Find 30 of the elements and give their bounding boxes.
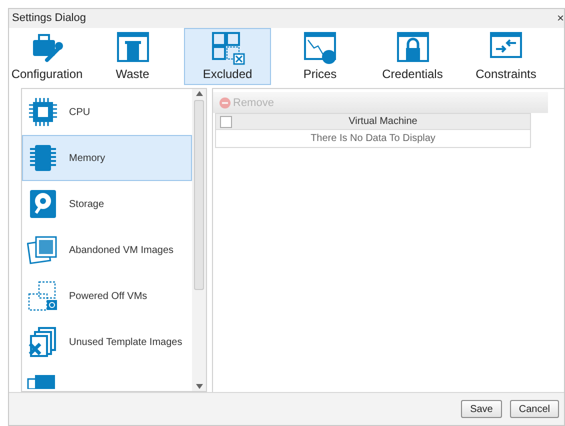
settings-tab[interactable]: Waste	[89, 28, 176, 86]
sidebar-item[interactable]: Powered Off VMs	[22, 273, 192, 320]
sidebar-item[interactable]: Unused Template Images	[22, 319, 192, 366]
stacked-pages-cross-icon	[27, 326, 59, 358]
sidebar-item[interactable]: Abandoned VM Images	[22, 227, 192, 274]
grid-excluded-icon	[210, 30, 246, 66]
column-header[interactable]: Virtual Machine	[236, 114, 530, 130]
minus-circle-icon	[219, 96, 231, 109]
settings-tab[interactable]: Prices	[279, 28, 361, 86]
price-chart-icon	[302, 30, 338, 66]
partial-item-icon	[27, 375, 57, 390]
dashed-boxes-icon	[27, 280, 59, 312]
stacked-images-icon	[27, 234, 59, 266]
scroll-up-icon[interactable]	[196, 91, 202, 96]
cancel-button[interactable]: Cancel	[510, 400, 559, 418]
sidebar-item[interactable]: Storage	[22, 181, 192, 228]
scroll-down-icon[interactable]	[196, 384, 202, 390]
close-button[interactable]: ×	[556, 12, 564, 24]
settings-tab[interactable]: Excluded	[184, 28, 271, 86]
settings-tab[interactable]: Constraints	[464, 28, 548, 86]
empty-message: There Is No Data To Display	[310, 132, 436, 146]
sidebar-item[interactable]: Memory	[22, 135, 192, 182]
chip-icon	[27, 96, 59, 128]
window-title: Settings Dialog	[12, 11, 86, 26]
select-all-checkbox[interactable]	[220, 116, 232, 128]
settings-tab[interactable]: Credentials	[369, 28, 456, 86]
save-button[interactable]: Save	[461, 400, 502, 418]
scrollbar[interactable]	[192, 89, 206, 392]
settings-tab[interactable]: Configuration	[13, 28, 81, 86]
sidebar-item[interactable]: CPU	[22, 89, 192, 136]
